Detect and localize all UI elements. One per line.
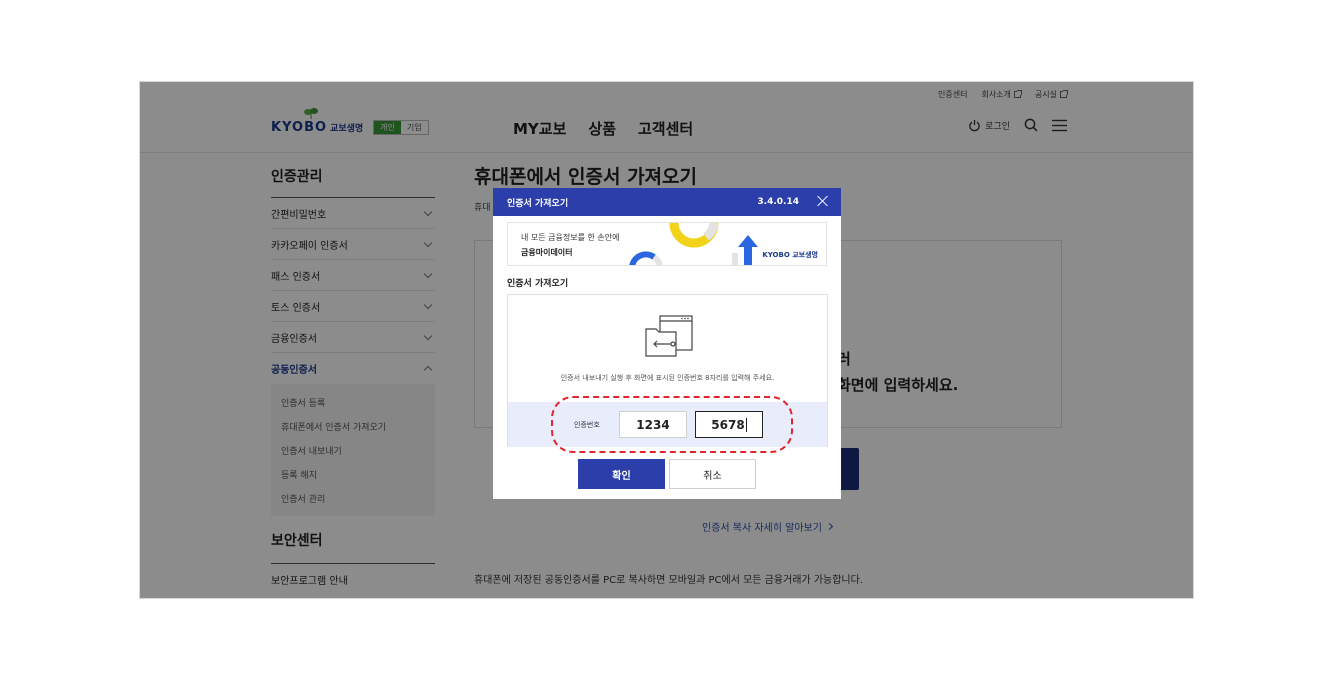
dialog-subtitle: 인증서 가져오기 — [507, 279, 569, 289]
cancel-button[interactable]: 취소 — [669, 459, 756, 489]
browser-viewport: 인증센터 회사소개 공시실 KYOBO 교보생명 개인 기업 MY교보 상품 고… — [139, 81, 1194, 599]
dialog-header: 인증서 가져오기 3.4.0.14 — [493, 188, 841, 216]
banner-logo: KYOBO 교보생명 — [762, 251, 818, 259]
dialog-buttons: 확인 취소 — [578, 459, 756, 489]
cert-transfer-icon — [645, 315, 693, 357]
highlight-annotation — [551, 396, 793, 453]
banner-line1: 내 모든 금융정보를 한 손안에 — [521, 233, 620, 242]
dialog-panel: 인증서 내보내기 실행 후 화면에 표시된 인증번호 8자리를 입력해 주세요.… — [507, 294, 828, 453]
banner-graphic-icon — [629, 223, 758, 265]
dialog-version: 3.4.0.14 — [757, 197, 799, 207]
dialog-title: 인증서 가져오기 — [507, 198, 569, 209]
banner-line2: 금융마이데이터 — [521, 248, 573, 257]
close-icon[interactable] — [817, 195, 829, 207]
page: 인증센터 회사소개 공시실 KYOBO 교보생명 개인 기업 MY교보 상품 고… — [140, 82, 1193, 598]
dialog-instruction: 인증서 내보내기 실행 후 화면에 표시된 인증번호 8자리를 입력해 주세요. — [560, 374, 775, 382]
mydata-banner[interactable]: 내 모든 금융정보를 한 손안에 금융마이데이터 KYOBO 교보생명 — [507, 222, 827, 266]
code-entry-row: 인증번호 1234 5678 — [508, 396, 827, 453]
confirm-button[interactable]: 확인 — [578, 459, 665, 489]
cert-import-dialog: 인증서 가져오기 3.4.0.14 내 모든 금융정보를 한 손안에 금융마이데… — [493, 188, 841, 499]
